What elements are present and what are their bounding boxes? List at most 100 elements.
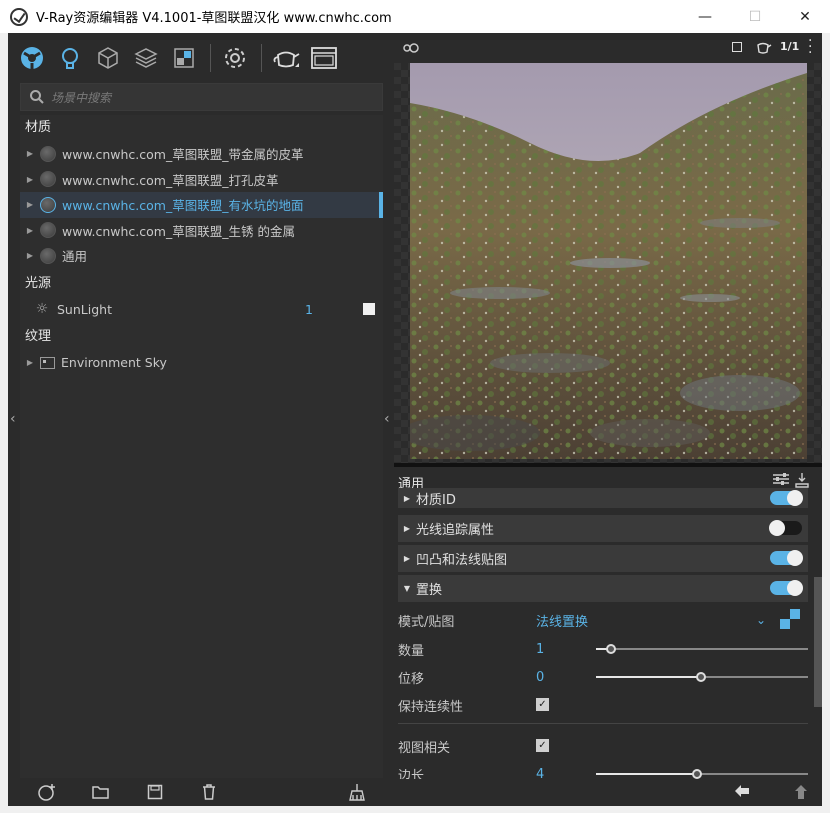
section-displacement[interactable]: ▼ 置换 xyxy=(398,575,808,602)
bump-toggle[interactable] xyxy=(770,550,803,566)
preview-resolution-ratio[interactable]: 1/1 xyxy=(780,40,799,53)
shift-row: 位移 0 xyxy=(398,664,808,690)
preview-and-settings-panel: 1/1 · · · 通用 ▶ 材质ID ▶ 光线追踪属性 ▶ 凹凸和法线贴图 ▼… xyxy=(394,33,822,806)
search-icon xyxy=(30,90,44,104)
geometry-icon[interactable] xyxy=(92,42,124,74)
amount-slider[interactable] xyxy=(596,644,808,654)
mode-row: 模式/贴图 法线置换 ⌄ xyxy=(398,607,808,633)
textures-category: 纹理 xyxy=(25,329,52,344)
keep-continuity-row: 保持连续性 ✓ xyxy=(398,692,808,718)
material-preview-image xyxy=(410,63,807,459)
up-arrow-icon[interactable] xyxy=(794,784,808,804)
displacement-toggle[interactable] xyxy=(770,580,803,596)
search-input[interactable]: 场景中搜索 xyxy=(51,89,111,106)
asset-tree: 材质 ▶ www.cnwhc.com_草图联盟_带金属的皮革 ▶ www.cnw… xyxy=(20,115,383,778)
maximize-button[interactable]: ☐ xyxy=(730,0,780,33)
collapse-right-icon[interactable]: ‹ xyxy=(384,411,390,427)
delete-icon[interactable] xyxy=(200,783,218,801)
view-dependent-checkbox[interactable]: ✓ xyxy=(536,739,549,752)
chevron-down-icon[interactable]: ⌄ xyxy=(756,613,766,627)
expand-arrow-icon[interactable]: ▶ xyxy=(23,358,37,367)
open-file-icon[interactable] xyxy=(92,783,110,801)
frame-buffer-icon[interactable] xyxy=(308,42,340,74)
shift-label: 位移 xyxy=(398,671,425,687)
material-item[interactable]: ▶ www.cnwhc.com_草图联盟_带金属的皮革 xyxy=(20,141,383,167)
material-item[interactable]: ▶ 通用 xyxy=(20,243,383,269)
shift-slider[interactable] xyxy=(596,672,808,682)
keep-continuity-checkbox[interactable]: ✓ xyxy=(536,698,549,711)
mode-label: 模式/贴图 xyxy=(398,614,455,630)
section-bump-normal[interactable]: ▶ 凹凸和法线贴图 xyxy=(398,545,808,572)
edge-length-label: 边长 xyxy=(398,768,425,780)
mode-dropdown[interactable]: 法线置换 xyxy=(536,611,588,630)
collapse-left-icon[interactable]: ‹ xyxy=(10,411,16,427)
create-asset-icon[interactable] xyxy=(38,783,56,801)
section-label: 置换 xyxy=(416,583,443,598)
settings-footer xyxy=(394,779,822,806)
category-toolbar xyxy=(16,41,381,75)
more-options-icon[interactable]: · · · xyxy=(808,34,812,60)
edge-length-slider[interactable] xyxy=(596,769,808,779)
toolbar-divider xyxy=(210,44,211,72)
material-ball-icon xyxy=(40,247,56,264)
material-preview-area xyxy=(394,63,822,463)
close-button[interactable]: ✕ xyxy=(780,0,830,33)
material-ball-icon xyxy=(40,145,56,162)
light-label: SunLight xyxy=(57,301,112,317)
material-item-selected[interactable]: ▶ www.cnwhc.com_草图联盟_有水坑的地面 xyxy=(20,192,383,218)
texture-map-slot-icon[interactable] xyxy=(780,609,800,629)
search-bar[interactable]: 场景中搜索 xyxy=(20,83,383,111)
asset-editor: 场景中搜索 材质 ▶ www.cnwhc.com_草图联盟_带金属的皮革 ▶ w… xyxy=(8,33,822,806)
expand-arrow-icon[interactable]: ▶ xyxy=(398,494,416,503)
selection-indicator xyxy=(379,192,383,218)
amount-row: 数量 1 xyxy=(398,636,808,662)
expand-arrow-icon[interactable]: ▶ xyxy=(23,149,37,158)
material-label: www.cnwhc.com_草图联盟_有水坑的地面 xyxy=(62,198,304,214)
material-ball-icon xyxy=(40,196,56,213)
interactive-render-icon[interactable] xyxy=(402,41,420,59)
section-material-id[interactable]: ▶ 材质ID xyxy=(398,488,808,508)
section-label: 光线追踪属性 xyxy=(416,523,495,538)
edge-length-value[interactable]: 4 xyxy=(536,767,544,780)
section-divider xyxy=(398,723,808,724)
save-icon[interactable] xyxy=(146,783,164,801)
amount-value[interactable]: 1 xyxy=(536,642,544,657)
material-label: www.cnwhc.com_草图联盟_生锈 的金属 xyxy=(62,223,295,239)
material-id-toggle[interactable] xyxy=(770,490,803,506)
keep-continuity-label: 保持连续性 xyxy=(398,699,464,715)
material-item[interactable]: ▶ www.cnwhc.com_草图联盟_打孔皮革 xyxy=(20,167,383,193)
expand-arrow-icon[interactable]: ▶ xyxy=(23,251,37,260)
render-teapot-icon[interactable] xyxy=(270,42,302,74)
section-raytrace-properties[interactable]: ▶ 光线追踪属性 xyxy=(398,515,808,542)
texture-item[interactable]: ▶ Environment Sky xyxy=(20,350,383,376)
textures-icon[interactable] xyxy=(168,42,200,74)
materials-category: 材质 xyxy=(25,120,52,135)
preview-shape-teapot-icon[interactable] xyxy=(754,39,772,59)
raytrace-toggle[interactable] xyxy=(769,520,802,536)
expand-arrow-icon[interactable]: ▶ xyxy=(398,524,416,533)
collapse-arrow-icon[interactable]: ▼ xyxy=(398,584,416,593)
light-color-swatch[interactable] xyxy=(363,303,375,316)
lights-category: 光源 xyxy=(25,275,52,291)
stop-render-icon[interactable] xyxy=(732,42,742,52)
materials-icon[interactable] xyxy=(16,42,48,74)
expand-arrow-icon[interactable]: ▶ xyxy=(23,226,37,235)
minimize-button[interactable]: — xyxy=(680,0,730,33)
back-arrow-icon[interactable] xyxy=(734,784,750,802)
asset-list-panel: 场景中搜索 材质 ▶ www.cnwhc.com_草图联盟_带金属的皮革 ▶ w… xyxy=(8,33,386,806)
settings-icon[interactable] xyxy=(219,42,251,74)
sun-icon: ☼ xyxy=(35,301,49,318)
light-item[interactable]: ☼ SunLight 1 xyxy=(20,297,383,323)
section-label: 凹凸和法线贴图 xyxy=(416,553,508,568)
settings-scrollbar[interactable] xyxy=(814,577,822,707)
shift-value[interactable]: 0 xyxy=(536,670,544,685)
amount-label: 数量 xyxy=(398,643,425,659)
layers-icon[interactable] xyxy=(130,42,162,74)
expand-arrow-icon[interactable]: ▶ xyxy=(23,200,37,209)
expand-arrow-icon[interactable]: ▶ xyxy=(23,175,37,184)
material-item[interactable]: ▶ www.cnwhc.com_草图联盟_生锈 的金属 xyxy=(20,218,383,244)
purge-unused-icon[interactable] xyxy=(348,783,366,801)
material-ball-icon xyxy=(40,171,56,188)
expand-arrow-icon[interactable]: ▶ xyxy=(398,554,416,563)
lights-icon[interactable] xyxy=(54,42,86,74)
